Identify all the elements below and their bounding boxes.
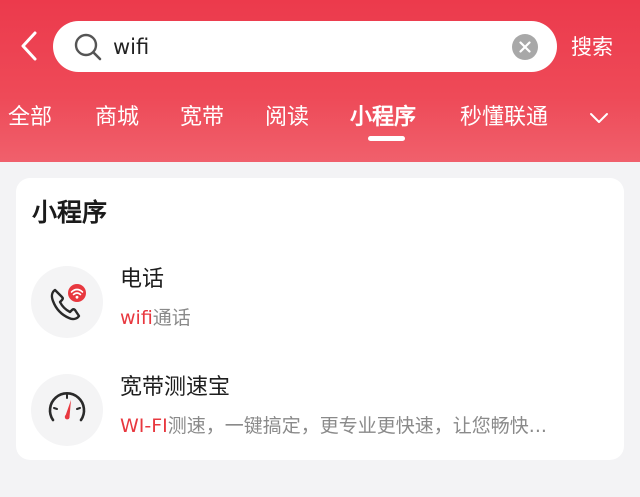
active-tab-indicator [368, 136, 405, 141]
chevron-left-icon [21, 31, 37, 61]
more-tabs-button[interactable] [586, 104, 612, 132]
highlighted-keyword: WI-FI [120, 415, 168, 437]
item-title: 宽带测速宝 [120, 375, 231, 400]
tab-mini-programs[interactable]: 小程序 [350, 100, 416, 136]
clear-search-button[interactable] [512, 34, 538, 60]
category-tabs: 全部 商城 宽带 阅读 小程序 秒懂联通 [0, 96, 640, 144]
search-box[interactable] [53, 21, 557, 72]
tab-miaodong-unicom[interactable]: 秒懂联通 [460, 100, 548, 136]
search-submit-button[interactable]: 搜索 [571, 30, 627, 64]
tab-all[interactable]: 全部 [8, 100, 52, 136]
search-input[interactable] [113, 30, 493, 64]
list-item-broadband-speed-test[interactable]: 宽带测速宝 WI-FI测速，一键搞定，更专业更快速，让您畅快... [16, 370, 624, 462]
tab-reading[interactable]: 阅读 [265, 100, 309, 136]
section-title: 小程序 [32, 198, 108, 227]
item-description-text: 通话 [152, 307, 191, 329]
highlighted-keyword: wifi [120, 307, 153, 329]
chevron-down-icon [590, 113, 608, 123]
item-description: WI-FI测速，一键搞定，更专业更快速，让您畅快... [120, 412, 608, 440]
item-title: 电话 [120, 267, 165, 292]
wifi-phone-icon [31, 266, 103, 338]
mini-programs-card: 小程序 电话 wifi通话 宽带测速宝 WI-FI测速，一键搞定，更专业更快速，… [16, 178, 624, 460]
close-icon [519, 41, 531, 53]
tab-mall[interactable]: 商城 [95, 100, 139, 136]
back-button[interactable] [14, 28, 44, 64]
speedometer-icon [31, 374, 103, 446]
item-description: wifi通话 [120, 304, 608, 332]
header-bar: 搜索 全部 商城 宽带 阅读 小程序 秒懂联通 [0, 0, 640, 162]
item-description-text: 测速，一键搞定，更专业更快速，让您畅快... [167, 415, 547, 437]
tab-broadband[interactable]: 宽带 [180, 100, 224, 136]
list-item-phone[interactable]: 电话 wifi通话 [16, 262, 624, 354]
search-icon [74, 33, 102, 61]
